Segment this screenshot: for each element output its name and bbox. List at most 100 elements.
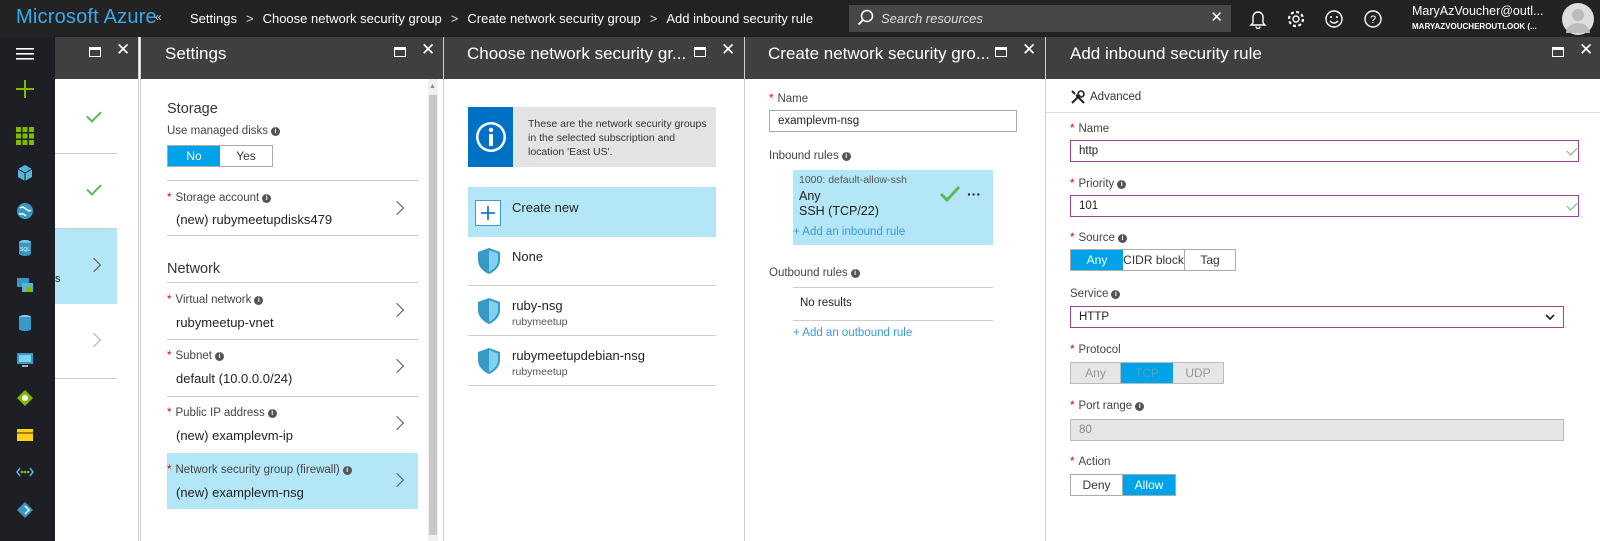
create-new-button[interactable]: Create new	[468, 187, 716, 237]
info-icon[interactable]: i	[254, 296, 264, 305]
managed-disks-toggle[interactable]: No Yes	[167, 145, 273, 167]
nsg-name-input[interactable]: examplevm-nsg	[769, 110, 1017, 132]
service-label: Service i	[1070, 288, 1121, 300]
subscriptions-card-icon[interactable]	[14, 424, 36, 446]
inbound-rule-item[interactable]: 1000: default-allow-ssh Any SSH (TCP/22)…	[793, 170, 993, 220]
breadcrumb: Settings > Choose network security group > C…	[190, 11, 813, 26]
storage-account-value: (new) rubymeetupdisks479	[176, 212, 333, 227]
brand-logo[interactable]: Microsoft Azure	[16, 6, 157, 29]
avatar[interactable]	[1562, 3, 1594, 35]
hamburger-menu-icon[interactable]	[14, 43, 36, 65]
info-icon[interactable]: i	[1135, 402, 1145, 411]
add-inbound-rule-link[interactable]: + Add an inbound rule	[793, 226, 905, 238]
app-services-globe-icon[interactable]	[14, 200, 36, 222]
close-icon[interactable]: ✕	[1022, 40, 1036, 60]
public-ip-row[interactable]: * Public IP address i (new) examplevm-ip	[167, 397, 418, 453]
info-icon[interactable]: i	[214, 352, 224, 361]
add-inbound-rule-row[interactable]: + Add an inbound rule	[793, 220, 993, 245]
partial-step-3-selected[interactable]: s	[55, 229, 117, 304]
managed-no-option[interactable]: No	[168, 146, 220, 166]
gear-icon[interactable]	[1285, 8, 1307, 30]
nsg-option-ruby-nsg[interactable]: ruby-nsg rubymeetup	[468, 287, 716, 336]
source-any-option[interactable]: Any	[1071, 250, 1123, 270]
close-icon[interactable]: ✕	[421, 40, 435, 60]
scroll-up-icon[interactable]: ▲	[429, 83, 436, 90]
close-icon[interactable]: ✕	[721, 40, 735, 60]
close-icon[interactable]: ✕	[116, 40, 130, 60]
managed-yes-option[interactable]: Yes	[220, 146, 272, 166]
info-icon[interactable]: i	[1117, 234, 1127, 243]
partial-step-1[interactable]	[55, 79, 117, 154]
partial-step-2[interactable]	[55, 154, 117, 229]
virtual-network-row[interactable]: * Virtual network i rubymeetup-vnet	[167, 283, 418, 339]
more-options-icon[interactable]: ···	[967, 186, 981, 202]
breadcrumb-item-create-nsg[interactable]: Create network security group	[467, 11, 640, 26]
dashboard-icon[interactable]	[14, 125, 36, 147]
info-icon[interactable]: i	[1111, 290, 1121, 299]
clear-search-icon[interactable]: ✕	[1210, 8, 1223, 26]
nsg-row-selected[interactable]: * Network security group (firewall) i (new…	[167, 453, 418, 509]
search-box[interactable]: Search resources ✕	[849, 5, 1231, 32]
add-rule-blade-header: Add inbound security rule ✕	[1046, 37, 1600, 79]
smiley-feedback-icon[interactable]	[1323, 8, 1345, 30]
storage-cylinder-icon[interactable]	[14, 312, 36, 334]
chevron-right-icon: >	[649, 11, 658, 26]
info-icon[interactable]: i	[841, 152, 851, 161]
scrollbar-thumb[interactable]	[429, 95, 437, 535]
port-range-input-disabled: 80	[1070, 419, 1564, 441]
add-outbound-rule-link[interactable]: + Add an outbound rule	[793, 327, 912, 339]
settings-blade-header: Settings ✕	[141, 37, 443, 79]
help-icon[interactable]: ?	[1362, 8, 1384, 30]
resource-groups-cube-icon[interactable]	[14, 162, 36, 184]
nsg-option-none[interactable]: None	[468, 237, 716, 286]
action-allow-option[interactable]: Allow	[1123, 475, 1175, 495]
deployment-diamond-icon[interactable]	[14, 499, 36, 521]
info-icon[interactable]: i	[262, 194, 272, 203]
search-input[interactable]: Search resources	[881, 11, 983, 26]
close-icon[interactable]: ✕	[1579, 40, 1593, 60]
partial-blade-header: ✕	[55, 37, 138, 79]
collapse-menu-icon[interactable]: «	[155, 10, 162, 24]
virtual-network-label: * Virtual network i	[167, 294, 264, 306]
breadcrumb-item-add-rule[interactable]: Add inbound security rule	[666, 11, 813, 26]
maximize-icon[interactable]	[694, 47, 706, 57]
info-icon[interactable]: i	[1117, 180, 1127, 189]
breadcrumb-item-choose-nsg[interactable]: Choose network security group	[263, 11, 442, 26]
service-select[interactable]: HTTP	[1070, 306, 1564, 328]
rule-name-input[interactable]: http	[1070, 140, 1579, 162]
source-selector[interactable]: Any CIDR block Tag	[1070, 249, 1236, 271]
info-icon[interactable]: i	[271, 127, 280, 136]
plus-new-icon[interactable]	[14, 78, 36, 100]
subnet-row[interactable]: * Subnet i default (10.0.0.0/24)	[167, 340, 418, 396]
action-deny-option[interactable]: Deny	[1071, 475, 1123, 495]
notifications-bell-icon[interactable]	[1247, 8, 1269, 30]
virtual-network-icon[interactable]	[14, 461, 36, 483]
maximize-icon[interactable]	[89, 47, 101, 57]
rule-name: 1000: default-allow-ssh	[799, 174, 907, 186]
blade-title: Choose network security gr...	[467, 44, 687, 63]
maximize-icon[interactable]	[394, 47, 406, 57]
info-icon[interactable]: i	[850, 269, 860, 278]
priority-input[interactable]: 101	[1070, 195, 1579, 217]
virtual-machines-classic-icon[interactable]	[14, 274, 36, 296]
maximize-icon[interactable]	[995, 47, 1007, 57]
user-name[interactable]: MaryAzVoucher@outl...	[1412, 4, 1544, 18]
storage-heading: Storage	[167, 101, 218, 117]
source-tag-option[interactable]: Tag	[1185, 250, 1235, 270]
action-selector[interactable]: Deny Allow	[1070, 474, 1176, 496]
storage-account-row[interactable]: * Storage account i (new) rubymeetupdisks4…	[167, 181, 418, 235]
sql-database-icon[interactable]: SQL	[14, 237, 36, 259]
protocol-label: * Protocol	[1070, 344, 1121, 356]
virtual-machines-icon[interactable]	[14, 349, 36, 371]
search-icon	[857, 9, 874, 26]
partial-step-4[interactable]	[55, 304, 117, 379]
nsg-option-rubymeetupdebian-nsg[interactable]: rubymeetupdebian-nsg rubymeetup	[468, 337, 716, 386]
info-icon[interactable]: i	[342, 466, 352, 475]
info-icon[interactable]: i	[267, 409, 277, 418]
load-balancer-icon[interactable]	[14, 387, 36, 409]
breadcrumb-item-settings[interactable]: Settings	[190, 11, 237, 26]
chevron-down-icon[interactable]	[1545, 314, 1555, 321]
source-cidr-option[interactable]: CIDR block	[1123, 250, 1185, 270]
scrollbar[interactable]: ▲	[428, 79, 438, 541]
maximize-icon[interactable]	[1552, 47, 1564, 57]
